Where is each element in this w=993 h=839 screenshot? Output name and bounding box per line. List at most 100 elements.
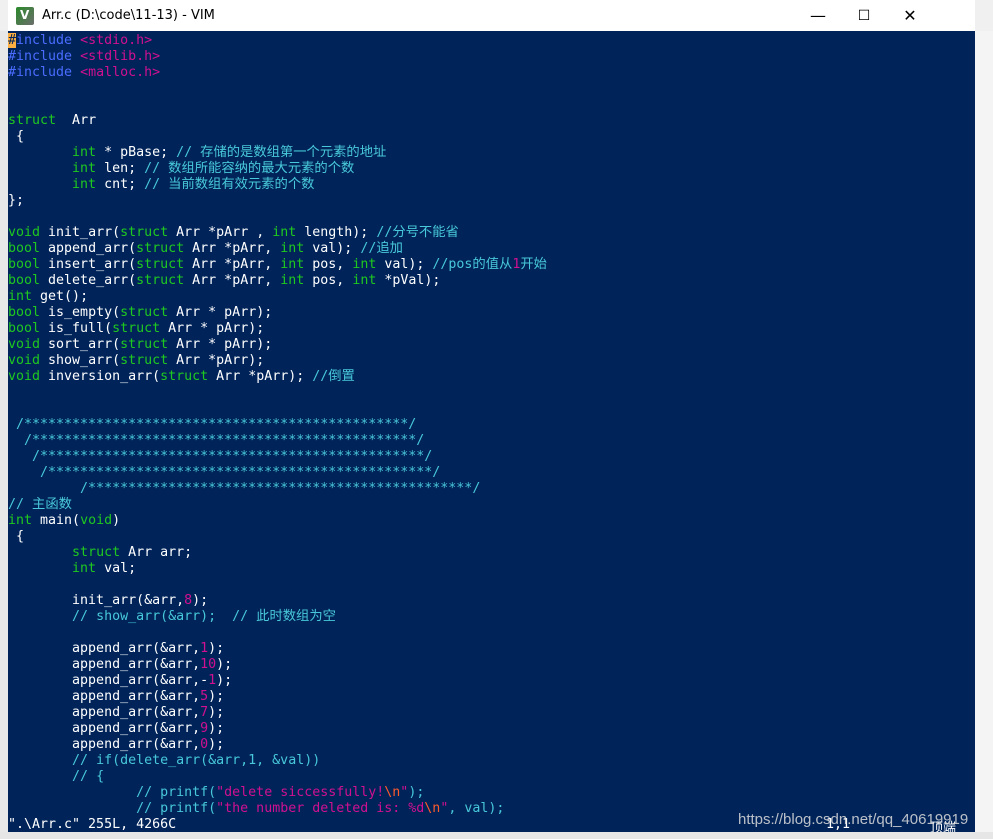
code-token: 8 [184, 593, 193, 608]
code-line[interactable]: // printf("delete siccessfully!\n"); [8, 785, 547, 801]
code-line[interactable]: void init_arr(struct Arr *pArr , int len… [8, 225, 547, 241]
code-token: Arr [56, 113, 97, 128]
code-line[interactable]: append_arr(&arr,7); [8, 705, 547, 721]
code-line[interactable]: bool append_arr(struct Arr *pArr, int va… [8, 241, 547, 257]
code-line[interactable]: /***************************************… [8, 433, 547, 449]
code-line[interactable] [8, 209, 547, 225]
code-line[interactable]: #include <stdlib.h> [8, 49, 547, 65]
code-line[interactable] [8, 81, 547, 97]
code-line[interactable]: int main(void) [8, 513, 547, 529]
code-line[interactable]: void inversion_arr(struct Arr *pArr); //… [8, 369, 547, 385]
code-line[interactable]: { [8, 129, 547, 145]
code-line[interactable]: // if(delete_arr(&arr,1, &val)) [8, 753, 547, 769]
code-line[interactable]: append_arr(&arr,10); [8, 657, 547, 673]
code-token: Arr arr; [120, 545, 193, 560]
code-line[interactable]: append_arr(&arr,9); [8, 721, 547, 737]
maximize-button[interactable]: ☐ [841, 0, 887, 31]
code-token: <malloc.h> [80, 65, 161, 80]
code-line[interactable]: bool delete_arr(struct Arr *pArr, int po… [8, 273, 547, 289]
code-line[interactable]: append_arr(&arr,0); [8, 737, 547, 753]
code-line[interactable]: bool insert_arr(struct Arr *pArr, int po… [8, 257, 547, 273]
code-line[interactable]: int * pBase; // 存储的是数组第一个元素的地址 [8, 145, 547, 161]
code-line[interactable]: #include <stdio.h> [8, 33, 547, 49]
code-token: append_arr(&arr, [8, 721, 201, 736]
code-token: int [352, 257, 377, 272]
code-token: int [280, 273, 305, 288]
code-token: #include [8, 49, 81, 64]
code-token: int [72, 177, 97, 192]
close-button[interactable]: ✕ [887, 0, 933, 31]
code-token: Arr *pArr , [168, 225, 273, 240]
code-line[interactable]: // 主函数 [8, 497, 547, 513]
code-line[interactable]: #include <malloc.h> [8, 65, 547, 81]
code-line[interactable]: // show_arr(&arr); // 此时数组为空 [8, 609, 547, 625]
code-token: include [16, 33, 81, 48]
minimize-button[interactable]: — [795, 0, 841, 31]
code-line[interactable]: /***************************************… [8, 465, 547, 481]
code-token: int [72, 145, 97, 160]
code-token: }; [8, 193, 25, 208]
code-token: 开始 [520, 257, 547, 272]
code-line[interactable] [8, 385, 547, 401]
code-token: length); [296, 225, 377, 240]
code-line[interactable]: void show_arr(struct Arr *pArr); [8, 353, 547, 369]
code-line[interactable]: int len; // 数组所能容纳的最大元素的个数 [8, 161, 547, 177]
code-line[interactable]: { [8, 529, 547, 545]
code-token: bool [8, 273, 41, 288]
code-token: void [8, 369, 41, 384]
code-token: // { [72, 769, 105, 784]
code-line[interactable]: struct Arr arr; [8, 545, 547, 561]
code-token: bool [8, 321, 41, 336]
code-line[interactable]: init_arr(&arr,8); [8, 593, 547, 609]
code-line[interactable] [8, 97, 547, 113]
code-token: struct [112, 321, 161, 336]
code-line[interactable]: }; [8, 193, 547, 209]
code-token: 5 [200, 689, 209, 704]
code-line[interactable]: int cnt; // 当前数组有效元素的个数 [8, 177, 547, 193]
code-line[interactable]: // printf("the number deleted is: %d\n",… [8, 801, 547, 817]
code-token: ); [408, 785, 425, 800]
code-token: ); [208, 641, 225, 656]
code-token: show_arr( [40, 353, 121, 368]
code-line[interactable] [8, 577, 547, 593]
code-token: struct [8, 113, 57, 128]
vim-editor[interactable]: #include <stdio.h> #include <stdlib.h> #in… [8, 31, 975, 832]
code-line[interactable]: int get(); [8, 289, 547, 305]
code-token: <stdlib.h> [80, 49, 161, 64]
code-line[interactable] [8, 401, 547, 417]
code-token: // 数组所能容纳的最大元素的个数 [144, 161, 355, 176]
code-token: init_arr( [40, 225, 121, 240]
code-token: // printf( [136, 785, 217, 800]
code-line[interactable]: struct Arr [8, 113, 547, 129]
code-line[interactable]: bool is_empty(struct Arr * pArr); [8, 305, 547, 321]
code-token: int [8, 289, 33, 304]
title-bar[interactable]: Arr.c (D:\code\11-13) - VIM — ☐ ✕ [8, 0, 975, 31]
code-token: append_arr(&arr, [8, 641, 201, 656]
code-line[interactable]: /***************************************… [8, 417, 547, 433]
code-line[interactable]: /***************************************… [8, 449, 547, 465]
code-line[interactable]: /***************************************… [8, 481, 547, 497]
window-title: Arr.c (D:\code\11-13) - VIM [42, 8, 215, 23]
code-token: int [72, 161, 97, 176]
code-token: Arr *pArr, [184, 257, 281, 272]
code-line[interactable]: append_arr(&arr,1); [8, 641, 547, 657]
code-token: //追加 [360, 241, 403, 256]
code-token: 1 [208, 673, 217, 688]
code-line[interactable]: // { [8, 769, 547, 785]
code-token: { [8, 129, 25, 144]
code-line[interactable]: void sort_arr(struct Arr * pArr); [8, 337, 547, 353]
code-token: "the number deleted is: %d [216, 801, 425, 816]
code-line[interactable]: bool is_full(struct Arr * pArr); [8, 321, 547, 337]
code-token: 0 [200, 737, 209, 752]
code-line[interactable]: int val; [8, 561, 547, 577]
code-line[interactable]: append_arr(&arr,5); [8, 689, 547, 705]
code-buffer[interactable]: #include <stdio.h> #include <stdlib.h> #in… [8, 33, 547, 817]
code-token: *pVal); [376, 273, 441, 288]
code-token: // show_arr(&arr); // 此时数组为空 [72, 609, 336, 624]
code-line[interactable]: append_arr(&arr,-1); [8, 673, 547, 689]
code-line[interactable] [8, 625, 547, 641]
